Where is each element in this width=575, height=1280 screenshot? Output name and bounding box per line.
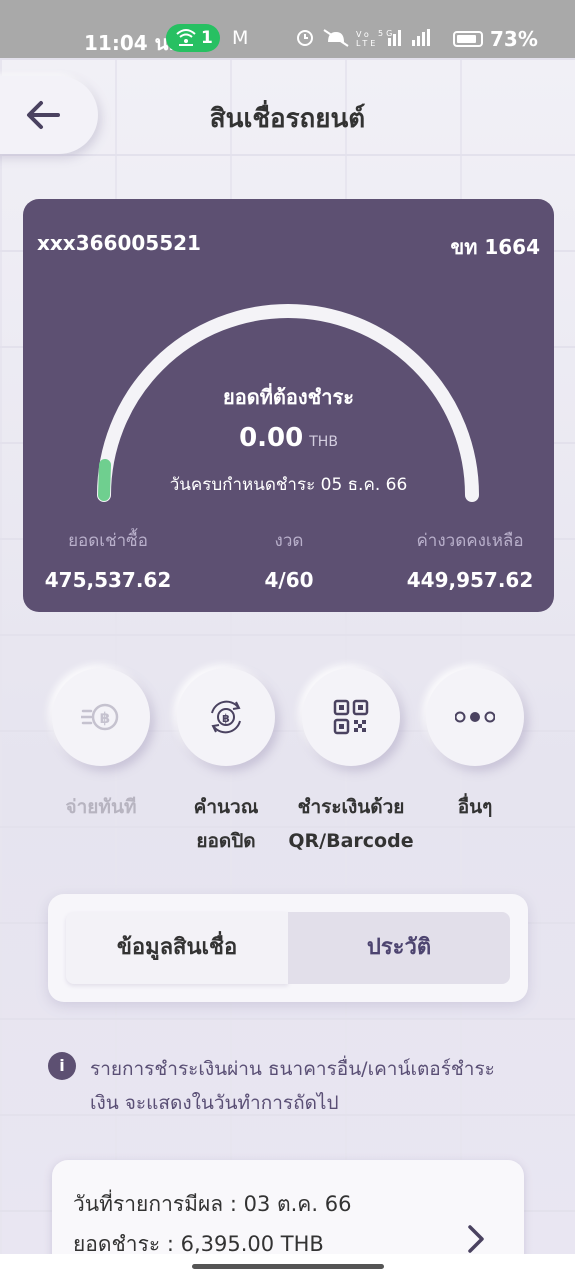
svg-text:฿: ฿ [222, 712, 230, 725]
calculate-baht-icon: ฿ [211, 700, 241, 734]
label-line: ชำระเงินด้วย [297, 796, 405, 818]
hotspot-icon [175, 27, 197, 52]
loan-summary-card: xxx366005521 ขท 1664 ยอดที่ต้องชำระ 0.00… [23, 199, 554, 612]
effective-date: วันที่รายการมีผล : 03 ต.ค. 66 [73, 1192, 352, 1216]
pay-qr-label: ชำระเงินด้วย QR/Barcode [286, 790, 416, 858]
notice-line: รายการชำระเงินผ่าน ธนาคารอื่น/เคาน์เตอร์… [90, 1058, 495, 1080]
payment-notice: รายการชำระเงินผ่าน ธนาคารอื่น/เคาน์เตอร์… [90, 1052, 530, 1120]
stat-value: 449,957.62 [406, 568, 534, 592]
pay-baht-icon: ฿ [81, 703, 119, 731]
pay-now-button[interactable]: ฿ [52, 668, 150, 766]
stat-value: 475,537.62 [44, 568, 172, 592]
due-date: วันครบกำหนดชำระ 05 ธ.ค. 66 [169, 475, 408, 495]
label-line: อื่นๆ [457, 796, 493, 818]
stat-installment: งวด 4/60 [199, 527, 379, 592]
tab-history[interactable]: ประวัติ [288, 912, 510, 984]
stat-label: ค่างวดคงเหลือ [416, 531, 524, 551]
due-label: ยอดที่ต้องชำระ [223, 385, 354, 409]
pay-qr-button[interactable] [302, 668, 400, 766]
notice-line: เงิน จะแสดงในวันทำการถัดไป [90, 1092, 339, 1114]
more-button[interactable] [426, 668, 524, 766]
home-handle[interactable] [192, 1264, 384, 1269]
svg-text:5G: 5G [378, 29, 395, 38]
label-line: QR/Barcode [288, 830, 414, 852]
tab-bar: ข้อมูลสินเชื่อ ประวัติ [48, 894, 528, 1002]
more-icon [455, 711, 495, 723]
status-time: 11:04 น. [84, 31, 176, 55]
calculate-payoff-button[interactable]: ฿ [177, 668, 275, 766]
status-indicator-icons: VoLTE 5G [297, 29, 430, 48]
status-icons: Vo LTE 5G [296, 28, 446, 52]
label-line: จ่ายทันที [65, 796, 137, 818]
tab-loan-info[interactable]: ข้อมูลสินเชื่อ [66, 912, 288, 984]
more-label: อื่นๆ [410, 790, 540, 824]
svg-text:Vo: Vo [356, 30, 372, 39]
due-amount-row: 0.00 THB [23, 423, 554, 453]
stat-remaining: ค่างวดคงเหลือ 449,957.62 [380, 527, 560, 592]
stat-label: ยอดเช่าซื้อ [68, 531, 148, 551]
svg-text:LTE: LTE [356, 39, 378, 48]
stat-value: 4/60 [264, 568, 314, 592]
chevron-right-icon [468, 1225, 484, 1253]
gmail-icon: M [232, 27, 249, 49]
calculate-payoff-label: คำนวณยอดปิด [161, 790, 291, 858]
svg-text:฿: ฿ [100, 709, 110, 727]
hotspot-count: 1 [201, 28, 213, 48]
system-nav-bar [0, 1254, 575, 1280]
label-line: ยอดปิด [196, 830, 256, 852]
battery-icon [453, 31, 483, 47]
qr-code-icon [333, 699, 369, 735]
battery-percent: 73% [490, 27, 538, 51]
hotspot-badge: 1 [166, 24, 220, 52]
due-amount: 0.00 [239, 423, 304, 453]
stat-hire-purchase: ยอดเช่าซื้อ 475,537.62 [18, 527, 198, 592]
stat-label: งวด [274, 531, 304, 551]
info-icon: i [48, 1052, 76, 1080]
pay-now-label: จ่ายทันที [36, 790, 166, 824]
status-bar: 11:04 น. 1 M Vo LTE 5G 73% [0, 0, 575, 58]
label-line: คำนวณ [193, 796, 259, 818]
page-title: สินเชื่อรถยนต์ [209, 104, 366, 134]
currency: THB [309, 434, 338, 450]
